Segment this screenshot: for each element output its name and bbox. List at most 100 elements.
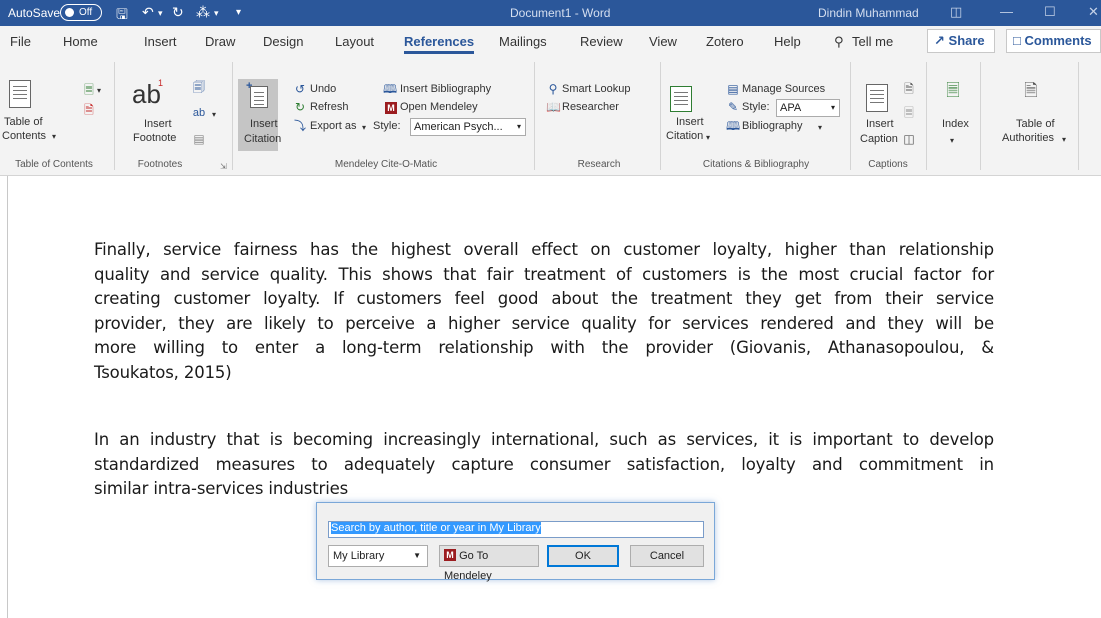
manage-sources-icon[interactable]: ▤ xyxy=(726,82,740,96)
export-dropdown-icon[interactable]: ▾ xyxy=(362,121,366,134)
next-footnote-dropdown-icon[interactable]: ▾ xyxy=(212,108,216,121)
add-text-dropdown-icon[interactable]: ▾ xyxy=(97,84,101,97)
toc-label-2: Contents xyxy=(2,130,47,142)
minimize-icon[interactable]: — xyxy=(1000,4,1013,19)
toc-label-1: Table of xyxy=(4,116,43,128)
footnote-ab-icon: ab xyxy=(132,79,161,109)
maximize-icon[interactable]: ☐ xyxy=(1044,4,1056,20)
researcher-button[interactable]: Researcher xyxy=(562,101,619,114)
citation-style-dropdown[interactable]: APA ▾ xyxy=(776,99,840,117)
separator xyxy=(534,62,535,170)
insert-footnote-label-2: Footnote xyxy=(133,132,177,144)
user-name[interactable]: Dindin Muhammad xyxy=(818,6,919,20)
insert-citation-icon xyxy=(670,86,692,112)
bibliography-dropdown-icon[interactable]: ▾ xyxy=(818,121,822,134)
bibliography-button[interactable]: Bibliography xyxy=(742,120,803,133)
go-to-mendeley-button[interactable]: M Go To Mendeley xyxy=(439,545,539,582)
authorities-label-1: Table of xyxy=(1016,118,1055,130)
smart-lookup-icon[interactable]: ⚲ xyxy=(546,82,560,96)
redo-icon[interactable]: ↻ xyxy=(172,4,184,21)
tell-me-input[interactable]: Tell me xyxy=(852,34,893,49)
library-select[interactable]: My Library ▼ xyxy=(328,545,428,567)
bibliography-icon[interactable]: 🕮 xyxy=(383,82,397,96)
share-button[interactable]: ↗ Share xyxy=(927,29,995,53)
table-of-contents-icon xyxy=(9,80,31,108)
insert-endnote-icon[interactable]: 🗐 xyxy=(192,80,206,94)
update-table-icon[interactable]: 🗎 xyxy=(82,103,96,117)
add-text-icon[interactable]: 🗏 xyxy=(82,83,96,97)
superscript-one-icon: 1 xyxy=(158,78,164,88)
undo-icon[interactable]: ↶ xyxy=(142,4,154,21)
text-line: creating customer loyalty. If customers … xyxy=(94,289,994,308)
text-line: Finally, service fairness has the highes… xyxy=(94,240,994,259)
undo-button[interactable]: Undo xyxy=(310,83,336,96)
next-footnote-icon[interactable]: ab xyxy=(192,106,206,120)
autosave-state: Off xyxy=(79,7,93,18)
paragraph-2[interactable]: In an industry that is becoming increasi… xyxy=(94,428,994,502)
insert-table-of-figures-icon[interactable]: 🗎 xyxy=(902,82,916,96)
refresh-button[interactable]: Refresh xyxy=(310,101,349,114)
tab-layout[interactable]: Layout xyxy=(335,34,374,49)
bibliography-list-icon[interactable]: 🕮 xyxy=(726,119,740,133)
close-icon[interactable]: ✕ xyxy=(1088,4,1099,20)
citations-group-label: Citations & Bibliography xyxy=(702,159,810,170)
table-of-authorities-icon: 🗎 xyxy=(1024,81,1038,100)
tab-view[interactable]: View xyxy=(649,34,677,49)
ribbon-display-icon[interactable]: ◫ xyxy=(950,4,962,20)
tab-draw[interactable]: Draw xyxy=(205,34,235,49)
touch-dropdown-icon[interactable]: ▾ xyxy=(214,8,219,19)
autosave-toggle[interactable]: Off xyxy=(60,4,102,21)
tab-review[interactable]: Review xyxy=(580,34,623,49)
cancel-button[interactable]: Cancel xyxy=(630,545,704,567)
tab-mailings[interactable]: Mailings xyxy=(499,34,547,49)
footnotes-group-label: Footnotes xyxy=(137,159,183,170)
smart-lookup-button[interactable]: Smart Lookup xyxy=(562,83,630,96)
text-line: more willing to enter a long-term relati… xyxy=(94,338,994,357)
mendeley-insert-citation-label-2: Citation xyxy=(244,133,282,145)
text-line: standardized measures to adequately capt… xyxy=(94,454,994,474)
paragraph-1[interactable]: Finally, service fairness has the highes… xyxy=(94,238,994,385)
captions-group-label: Captions xyxy=(868,159,908,170)
mendeley-group-label: Mendeley Cite-O-Matic xyxy=(334,159,438,170)
dialog-launcher-icon[interactable]: ⇲ xyxy=(220,160,227,173)
touch-mode-icon[interactable]: ⁂ xyxy=(196,4,210,21)
tab-home[interactable]: Home xyxy=(63,34,98,49)
refresh-icon[interactable]: ↻ xyxy=(293,100,307,114)
undo-mendeley-icon[interactable]: ↺ xyxy=(293,82,307,96)
comments-button[interactable]: □ Comments xyxy=(1006,29,1101,53)
export-as-button[interactable]: Export as xyxy=(310,120,356,133)
insert-caption-label-2: Caption xyxy=(860,133,898,145)
ok-button[interactable]: OK xyxy=(547,545,619,567)
mendeley-logo-icon: M xyxy=(444,549,456,562)
tab-references[interactable]: References xyxy=(404,34,475,54)
search-input-value: Search by author, title or year in My Li… xyxy=(331,522,541,534)
separator xyxy=(660,62,661,170)
undo-dropdown-icon[interactable]: ▾ xyxy=(158,8,163,19)
manage-sources-button[interactable]: Manage Sources xyxy=(742,83,825,96)
researcher-icon[interactable]: 📖 xyxy=(546,100,561,114)
index-label: Index xyxy=(942,118,969,130)
plus-icon: + xyxy=(246,80,253,92)
insert-bibliography-button[interactable]: Insert Bibliography xyxy=(400,83,491,96)
save-icon[interactable]: 🖫 xyxy=(116,4,128,28)
insert-citation-label-2: Citation xyxy=(666,130,704,142)
customize-qat-icon[interactable]: ▾ xyxy=(236,7,241,18)
citation-search-input[interactable]: Search by author, title or year in My Li… xyxy=(328,521,704,538)
lightbulb-search-icon[interactable]: ⚲ xyxy=(834,34,844,50)
mendeley-style-dropdown[interactable]: American Psych... ▾ xyxy=(410,118,526,136)
open-mendeley-button[interactable]: Open Mendeley xyxy=(400,101,478,114)
tab-design[interactable]: Design xyxy=(263,34,303,49)
text-line: In an industry that is becoming increasi… xyxy=(94,430,994,449)
tab-insert[interactable]: Insert xyxy=(144,34,177,49)
chevron-down-icon: ▾ xyxy=(52,132,57,141)
show-notes-icon[interactable]: ▤ xyxy=(192,132,206,146)
cross-reference-icon[interactable]: ◫ xyxy=(902,132,916,146)
export-icon[interactable]: ⤵ xyxy=(293,119,307,133)
tab-file[interactable]: File xyxy=(10,34,31,49)
tab-zotero[interactable]: Zotero xyxy=(706,34,744,49)
tab-help[interactable]: Help xyxy=(774,34,801,49)
update-table-of-figures-icon[interactable]: 🗏 xyxy=(902,106,916,120)
mendeley-insert-citation-label-1: Insert xyxy=(250,118,278,130)
comment-icon: □ xyxy=(1013,33,1021,48)
comments-label: Comments xyxy=(1024,33,1092,48)
